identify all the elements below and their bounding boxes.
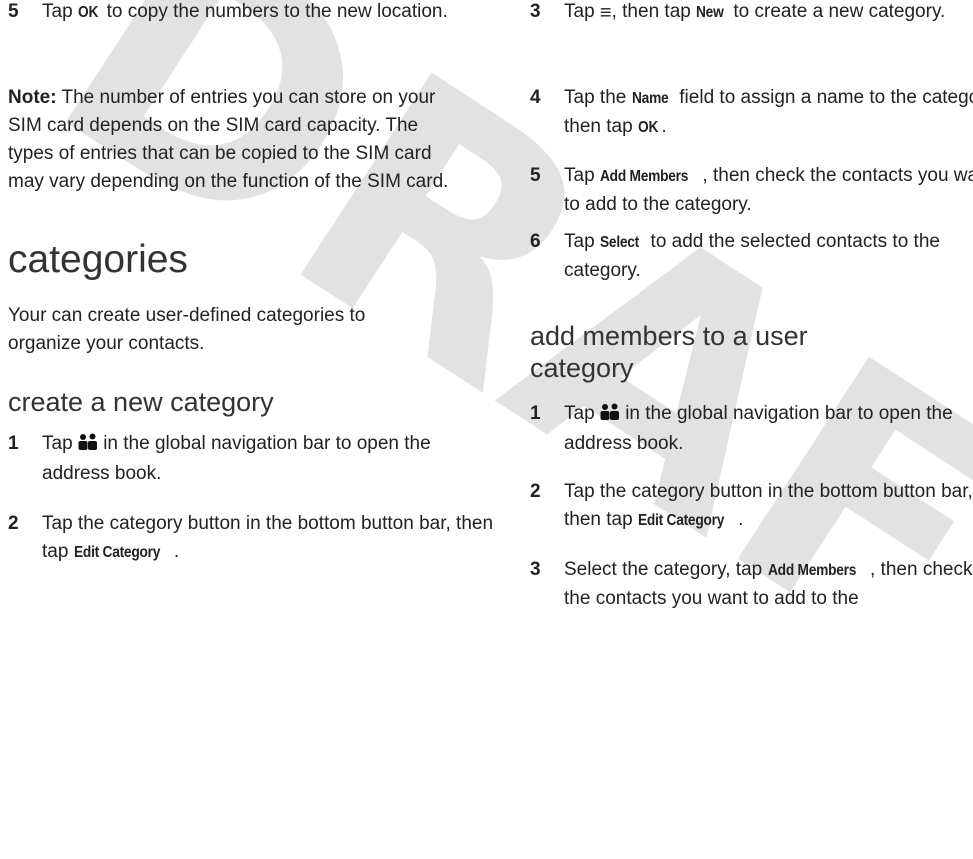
contacts-icon	[78, 432, 98, 460]
menu-icon: ≡	[599, 2, 612, 24]
step-number: 4	[530, 87, 541, 108]
step-1-open-address-book: 1 Tap in the global navigation bar to op…	[8, 430, 502, 488]
step-number: 3	[530, 1, 541, 22]
step-text: to create a new category.	[728, 1, 946, 22]
edit-category-keyword: Edit Category	[637, 512, 725, 529]
name-keyword: Name	[631, 90, 669, 107]
add-members-keyword: Add Members	[767, 562, 856, 579]
step-text: in the global navigation bar to open the…	[564, 403, 953, 454]
step-5-add-members: 5 Tap Add Members, then check the contac…	[530, 162, 973, 219]
step-number: 1	[530, 403, 541, 424]
contacts-icon	[600, 402, 620, 430]
step-number: 2	[530, 481, 541, 502]
step-number: 6	[530, 231, 541, 252]
step-text: Tap the category button in the bottom bu…	[564, 481, 973, 530]
step-number: 2	[8, 513, 19, 534]
note-paragraph: Note: The number of entries you can stor…	[8, 84, 458, 196]
step-2-edit-category: 2 Tap the category button in the bottom …	[530, 478, 973, 535]
step-text: .	[738, 509, 744, 530]
step-3-add-members: 3 Select the category, tap Add Members, …	[530, 556, 973, 613]
step-text: in the global navigation bar to open the…	[42, 433, 431, 484]
intro-paragraph: Your can create user-defined categories …	[8, 305, 366, 354]
step-text: Tap	[564, 1, 600, 22]
step-1-open-address-book: 1 Tap in the global navigation bar to op…	[530, 400, 973, 458]
select-keyword: Select	[599, 234, 639, 251]
step-text: .	[661, 116, 667, 137]
step-3-new-category: 3 Tap ≡, then tap New to create a new ca…	[530, 0, 973, 27]
note-label: Note:	[8, 87, 57, 108]
step-text: to copy the numbers to the new location.	[101, 1, 448, 22]
step-text: Tap	[42, 433, 78, 454]
step-text: .	[173, 541, 180, 562]
step-text: Tap	[42, 1, 78, 22]
section-title: categories	[8, 238, 188, 281]
step-text: , then tap	[611, 1, 697, 22]
step-4-name-field: 4 Tap the Name field to assign a name to…	[530, 84, 973, 142]
step-text: Tap	[564, 231, 600, 252]
step-5-copy: 5 Tap OK to copy the numbers to the new …	[8, 0, 502, 27]
subsection-title: create a new category	[8, 387, 274, 417]
step-text: Select the category, tap	[564, 559, 768, 580]
ok-keyword: OK	[77, 4, 99, 21]
step-text: Tap the	[564, 87, 632, 108]
step-number: 5	[8, 1, 19, 22]
step-2-edit-category: 2 Tap the category button in the bottom …	[8, 510, 502, 567]
new-keyword: New	[696, 4, 724, 21]
add-members-keyword: Add Members	[599, 168, 689, 185]
step-number: 3	[530, 559, 541, 580]
step-text: Tap	[564, 403, 600, 424]
step-number: 5	[530, 165, 541, 186]
ok-keyword: OK	[637, 119, 659, 136]
step-6-select: 6 Tap Select to add the selected contact…	[530, 228, 973, 285]
note-text: The number of entries you can store on y…	[8, 87, 449, 192]
step-text: Tap	[564, 165, 600, 186]
edit-category-keyword: Edit Category	[73, 544, 160, 561]
step-number: 1	[8, 433, 19, 454]
subsection-title: add members to a user category	[530, 321, 808, 383]
